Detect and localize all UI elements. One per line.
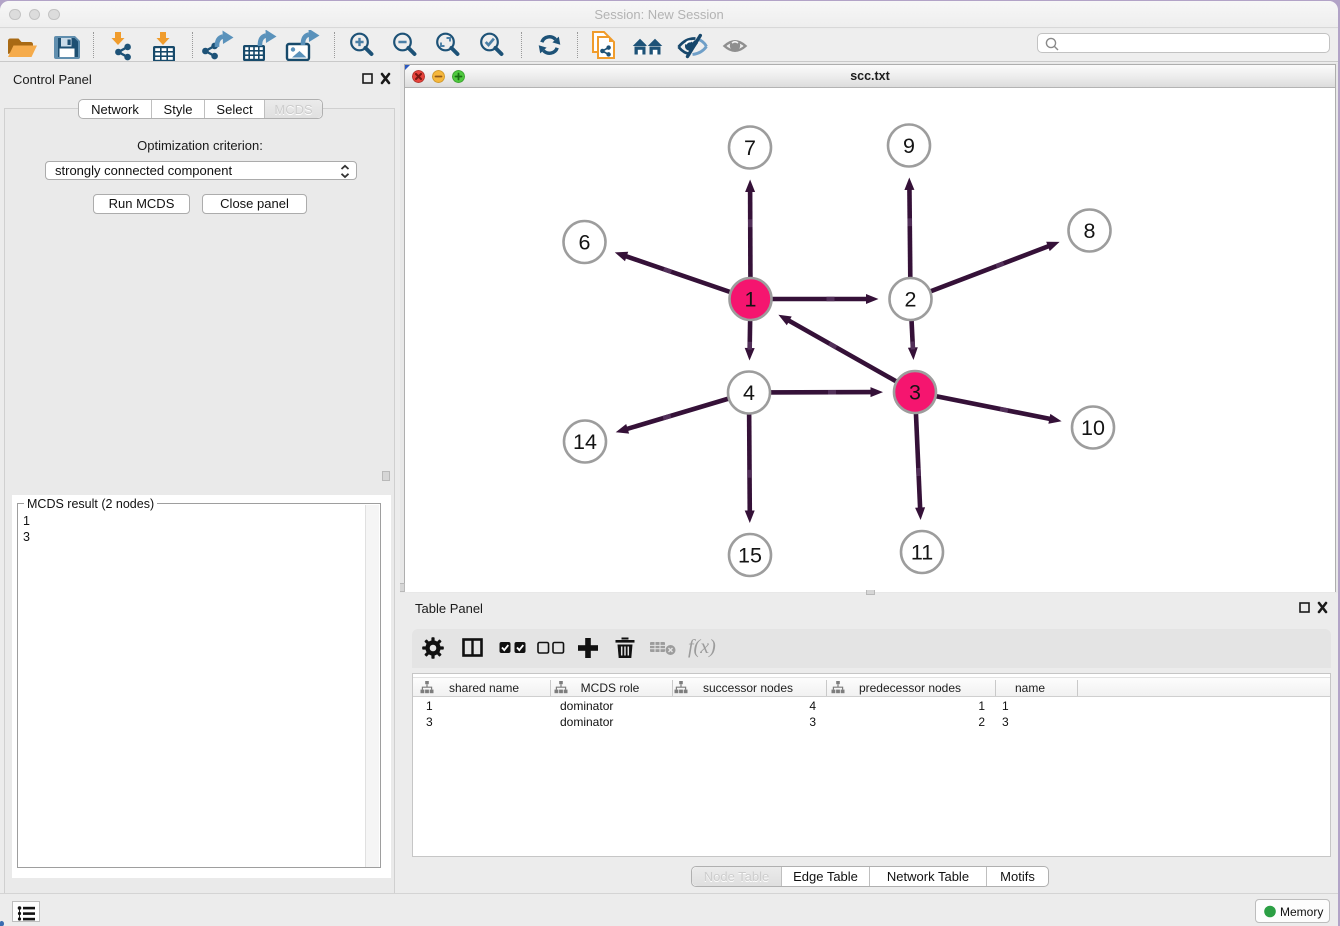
svg-text:9: 9 (903, 134, 915, 158)
svg-text:8: 8 (1084, 219, 1096, 243)
svg-text:4: 4 (743, 381, 755, 405)
svg-text:6: 6 (579, 231, 591, 255)
svg-text:10: 10 (1081, 416, 1105, 440)
svg-text:15: 15 (738, 544, 762, 568)
svg-text:14: 14 (573, 430, 597, 454)
svg-text:7: 7 (744, 136, 756, 160)
svg-text:1: 1 (745, 288, 757, 312)
svg-text:3: 3 (909, 381, 921, 405)
svg-text:11: 11 (911, 541, 933, 565)
svg-text:2: 2 (905, 288, 917, 312)
